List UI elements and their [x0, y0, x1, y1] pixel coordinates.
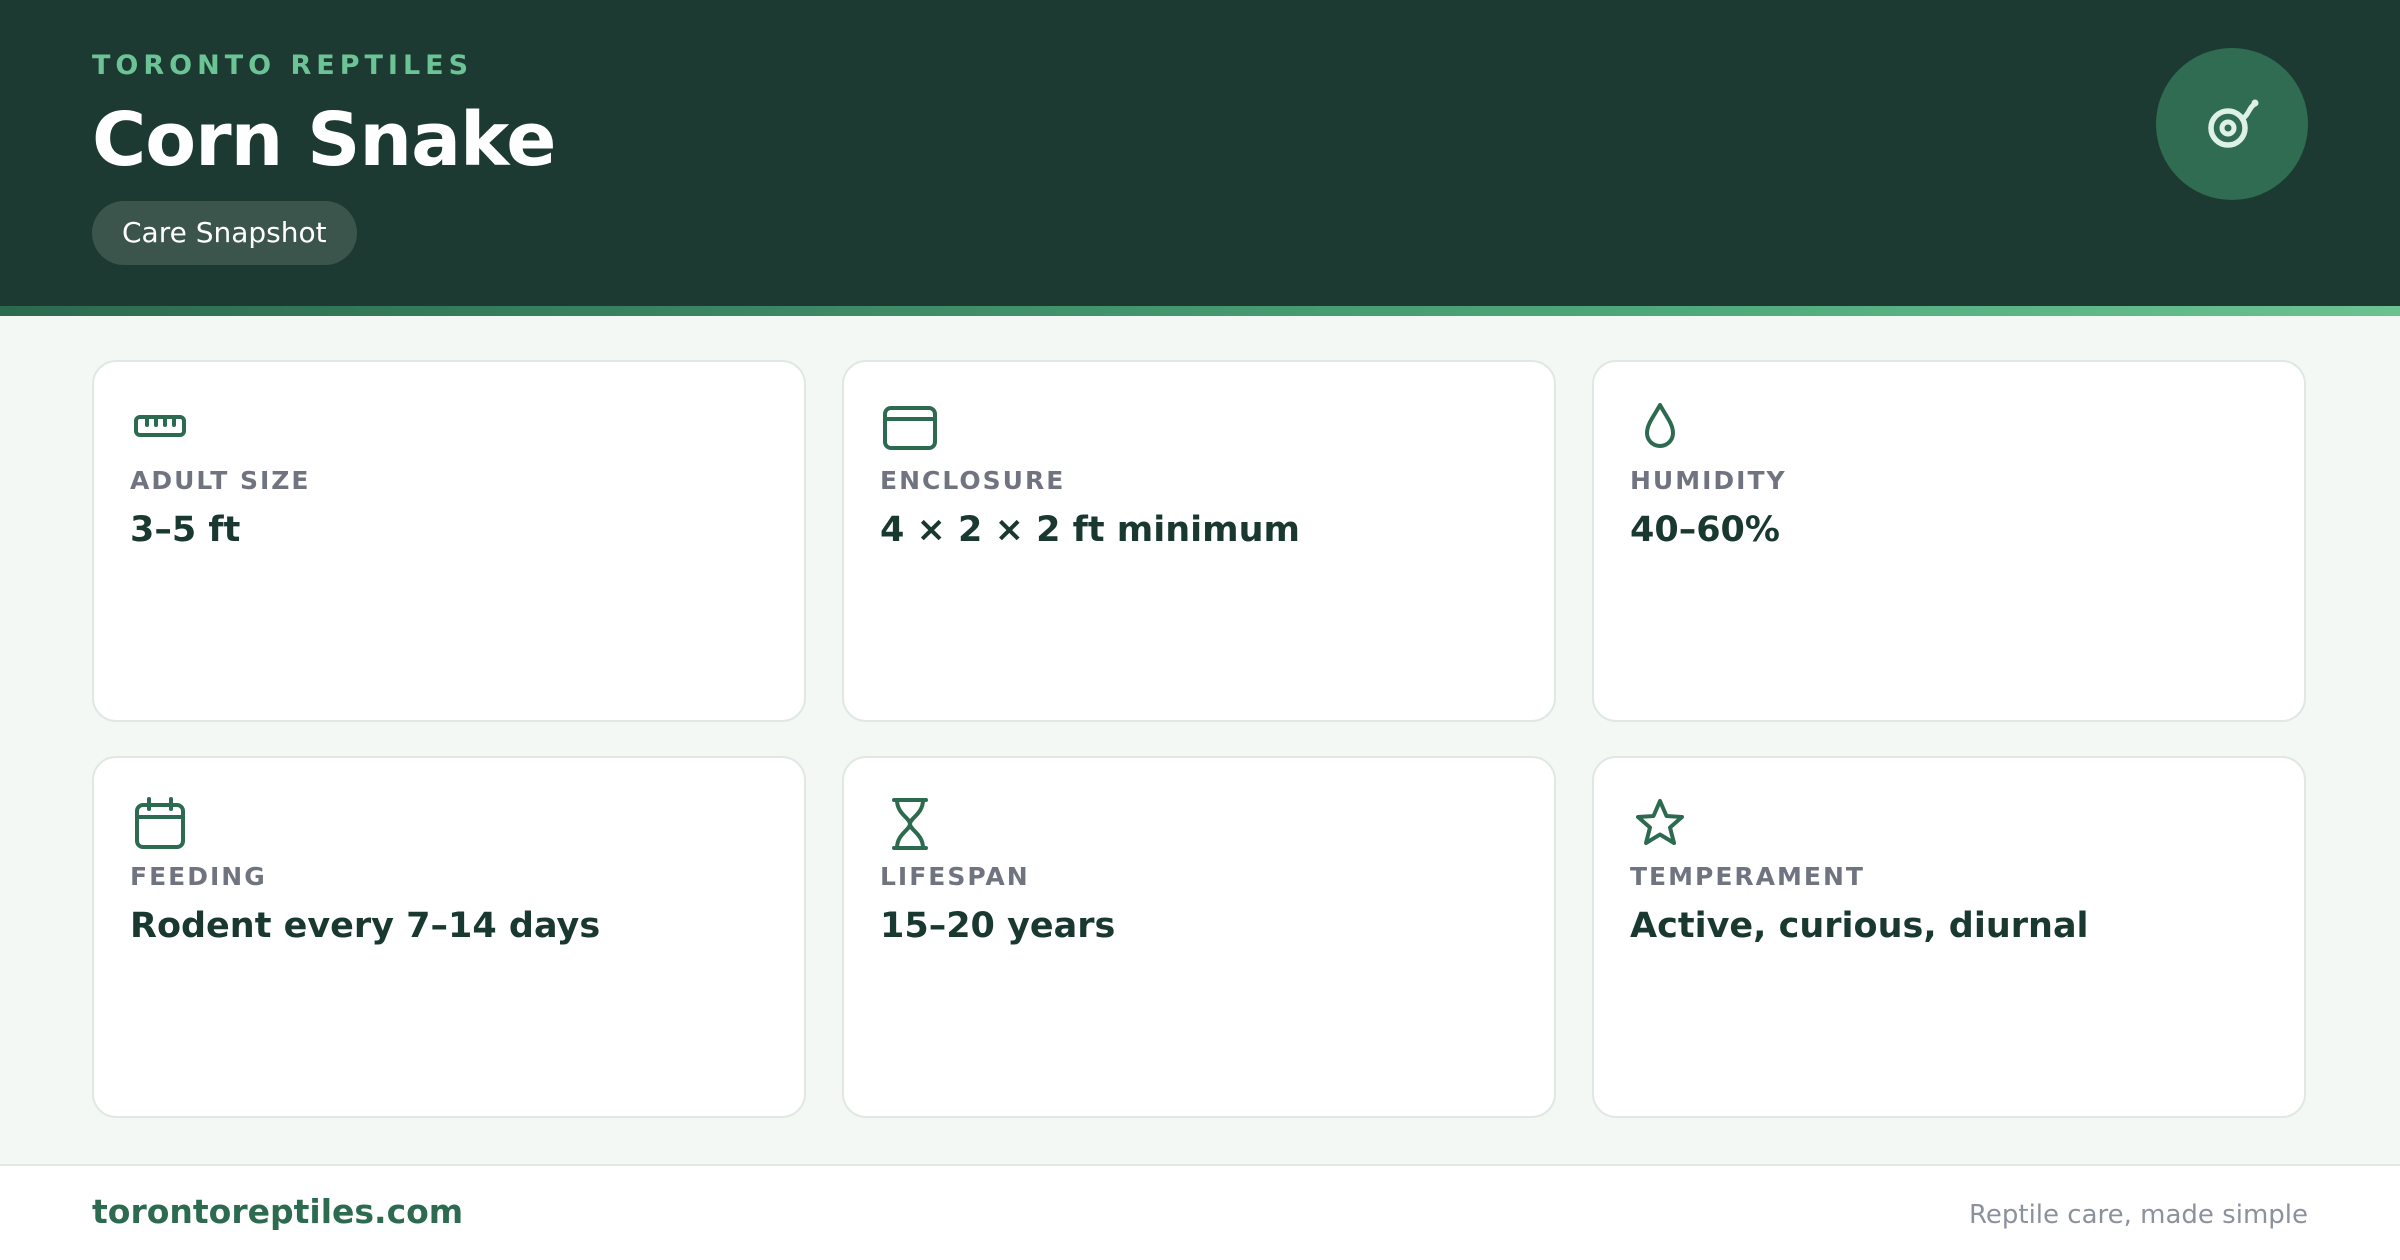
logo [2156, 48, 2308, 200]
fact-value: Rodent every 7–14 days [130, 906, 601, 946]
header-accent-bar [0, 306, 2400, 316]
hourglass-icon [892, 798, 928, 850]
fact-label: FEEDING [130, 862, 267, 891]
fact-value: 40–60% [1630, 510, 1780, 550]
fact-value: 4 × 2 × 2 ft minimum [880, 510, 1301, 550]
fact-label: LIFESPAN [880, 862, 1030, 891]
brand-name: TORONTO REPTILES [92, 50, 474, 81]
care-snapshot-badge: Care Snapshot [92, 201, 357, 265]
footer-tagline: Reptile care, made simple [1968, 1200, 2308, 1230]
fact-label: TEMPERAMENT [1630, 862, 1865, 891]
fact-label: ENCLOSURE [880, 466, 1066, 495]
footer-site-link[interactable]: torontoreptiles.com [92, 1192, 463, 1231]
fact-card-feeding: FEEDING Rodent every 7–14 days [92, 756, 806, 1118]
fact-card-lifespan: LIFESPAN 15–20 years [842, 756, 1556, 1118]
fact-value: Active, curious, diurnal [1630, 906, 2089, 946]
fact-label: HUMIDITY [1630, 466, 1787, 495]
enclosure-icon [883, 406, 937, 450]
fact-label: ADULT SIZE [130, 466, 311, 495]
fact-value: 15–20 years [880, 906, 1116, 946]
footer: torontoreptiles.com Reptile care, made s… [0, 1164, 2400, 1260]
fact-card-temperament: TEMPERAMENT Active, curious, diurnal [1592, 756, 2306, 1118]
page-title: Corn Snake [92, 97, 556, 183]
fact-value: 3–5 ft [130, 510, 241, 550]
calendar-icon [135, 797, 185, 849]
fact-card-humidity: HUMIDITY 40–60% [1592, 360, 2306, 722]
ruler-icon [134, 415, 186, 437]
water-drop-icon [1645, 403, 1675, 448]
fact-card-adult-size: ADULT SIZE 3–5 ft [92, 360, 806, 722]
snake-coil-icon [2208, 99, 2259, 148]
header: TORONTO REPTILES Corn Snake Care Snapsho… [0, 0, 2400, 306]
fact-card-enclosure: ENCLOSURE 4 × 2 × 2 ft minimum [842, 360, 1556, 722]
star-icon [1636, 799, 1684, 845]
